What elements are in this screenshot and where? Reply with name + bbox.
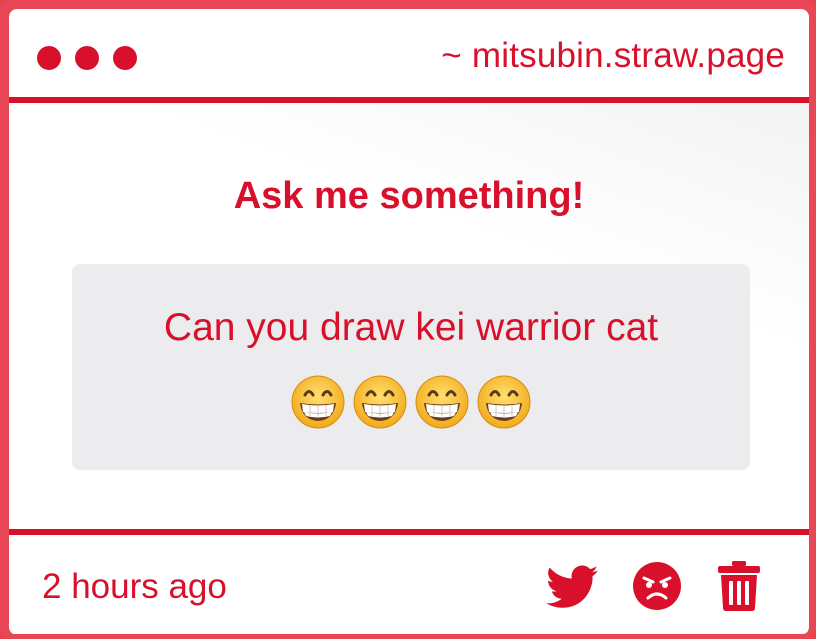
timestamp: 2 hours ago <box>42 567 227 606</box>
question-text: Can you draw kei warrior cat <box>163 306 659 349</box>
twitter-share-button[interactable] <box>546 565 598 609</box>
question-box: Can you draw kei warrior cat <box>72 264 750 470</box>
grinning-face-icon <box>353 375 407 429</box>
grinning-face-icon <box>477 375 531 429</box>
card-frame: ~ mitsubin.straw.page Ask me something! … <box>0 0 816 639</box>
grinning-face-icon <box>291 375 345 429</box>
report-button[interactable] <box>632 561 682 611</box>
window-dot[interactable] <box>113 46 137 70</box>
window-dot[interactable] <box>75 46 99 70</box>
emoji-row <box>72 374 750 430</box>
twitter-icon <box>546 565 598 608</box>
angry-face-icon <box>633 562 681 610</box>
card-footer: 2 hours ago <box>9 535 809 634</box>
main-content: Ask me something! Can you draw kei warri… <box>9 103 809 529</box>
window-controls <box>37 46 137 70</box>
page-title: Ask me something! <box>233 175 585 217</box>
grinning-face-icon <box>415 375 469 429</box>
window-dot[interactable] <box>37 46 61 70</box>
delete-button[interactable] <box>717 561 761 611</box>
page-url[interactable]: ~ mitsubin.straw.page <box>441 36 785 76</box>
trash-icon <box>718 561 760 611</box>
window-titlebar: ~ mitsubin.straw.page <box>9 9 809 97</box>
